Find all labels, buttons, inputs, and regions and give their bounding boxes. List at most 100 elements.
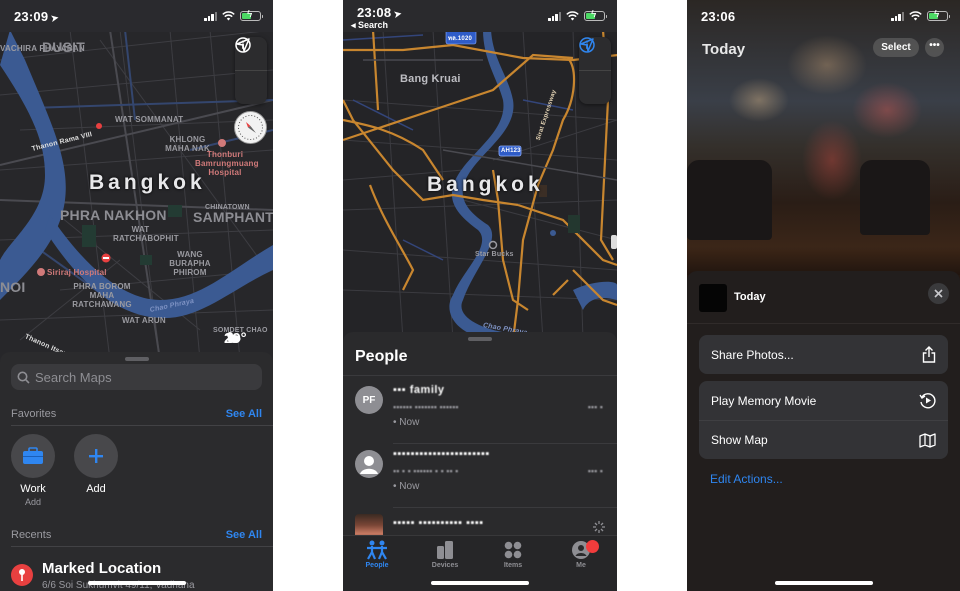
recent-title: Marked Location [42, 560, 162, 577]
action-sheet: Today Share Photos... Play Memory Movie … [687, 271, 960, 591]
map-city-label: Bangkok [89, 171, 206, 194]
share-photos-action[interactable]: Share Photos... [699, 335, 948, 374]
items-icon [504, 541, 522, 559]
play-memory-icon [919, 393, 936, 409]
dropped-pin-marker [96, 123, 102, 129]
status-time: 23:09 ➤ [14, 9, 60, 24]
recents-heading: Recents [11, 529, 52, 541]
map-controls [579, 37, 611, 104]
person-location: ▪▪▪▪▪▪ ▪▪▪▪▪▪▪ ▪▪▪▪▪▪ [393, 402, 459, 412]
recent-item[interactable]: Marked Location 6/6 Soi Sukhumvit 49/11,… [11, 560, 273, 591]
cellular-signal-icon [891, 11, 904, 21]
favorite-add[interactable]: Add [74, 434, 118, 495]
person-name: ▪▪▪▪▪ ▪▪▪▪▪▪▪▪▪▪ ▪▪▪▪ [393, 517, 484, 529]
map-poi-label[interactable]: Star Bucks [475, 250, 514, 259]
track-location-button[interactable] [579, 38, 611, 104]
status-time: 23:08 ➤ [357, 5, 403, 20]
map-area-label: WAT ARUN [122, 316, 166, 325]
tab-me[interactable]: Me [547, 540, 615, 569]
home-indicator[interactable] [431, 581, 529, 585]
tab-devices[interactable]: Devices [411, 540, 479, 569]
search-field[interactable] [11, 364, 262, 390]
home-indicator[interactable] [774, 581, 873, 585]
map-area-label: WANG BURAPHA PHIROM [169, 250, 211, 277]
recents-see-all-link[interactable]: See All [226, 529, 262, 541]
map-canvas [343, 0, 617, 340]
partly-cloudy-icon [227, 332, 241, 343]
search-sheet: Favorites See All Work Add Add Recents S… [0, 352, 273, 591]
person-row[interactable]: ▪▪▪▪▪ ▪▪▪▪▪▪▪▪▪▪ ▪▪▪▪ [343, 508, 617, 536]
devices-icon [437, 541, 453, 559]
favorite-circle [11, 434, 55, 478]
person-row[interactable]: PF ▪▪▪ family ▪▪▪▪▪▪ ▪▪▪▪▪▪▪ ▪▪▪▪▪▪ ▪▪▪ … [343, 380, 617, 444]
battery-charging-icon: ϟ [927, 9, 950, 21]
person-distance: ▪▪▪ ▪ [587, 402, 603, 412]
person-updated-time: • Now [393, 481, 420, 492]
memory-thumbnail [699, 284, 727, 312]
avatar [355, 450, 383, 478]
favorite-name: Work [20, 483, 46, 495]
sheet-grabber[interactable] [124, 357, 149, 361]
loading-spinner-icon [593, 521, 605, 533]
show-map-action[interactable]: Show Map [699, 420, 948, 459]
map-area-label: WAT RATCHABOPHIT [113, 225, 179, 243]
battery-charging-icon: ϟ [584, 9, 607, 21]
battery-charging-icon: ϟ [240, 9, 263, 21]
plus-icon [89, 449, 103, 463]
map-district-label: NOI [0, 279, 26, 295]
tab-items[interactable]: Items [479, 540, 547, 569]
favorites-heading: Favorites [11, 408, 57, 420]
share-icon [922, 346, 936, 363]
compass-button[interactable] [234, 111, 267, 144]
favorite-name: Add [86, 483, 106, 495]
person-name: ▪▪▪ family [393, 384, 445, 396]
map-view[interactable]: VACHIRA PHAYABAN DUSIT WAT SOMMANAT KHLO… [0, 0, 273, 367]
tab-people[interactable]: People [343, 540, 411, 569]
status-time: 23:06 [701, 9, 736, 24]
status-bar: 23:08 ➤ ◂ Search ϟ [343, 0, 617, 32]
photo-chair [860, 160, 930, 235]
home-indicator[interactable] [87, 581, 186, 585]
hospital-marker [218, 139, 226, 147]
weather-badge: 29° [224, 330, 247, 347]
map-view[interactable]: ทล.1020 AH123 Bang Kruai Sirat Expresswa… [343, 0, 617, 340]
hospital-marker [37, 268, 45, 276]
sheet-grabber[interactable] [468, 337, 492, 341]
back-to-search-link[interactable]: ◂ Search [351, 20, 388, 31]
track-location-button[interactable] [235, 38, 267, 104]
favorites-see-all-link[interactable]: See All [226, 408, 262, 420]
close-button[interactable] [928, 283, 949, 304]
findmy-app-screen: ทล.1020 AH123 Bang Kruai Sirat Expresswa… [343, 0, 617, 591]
location-arrow-icon [236, 38, 250, 52]
edit-actions-link[interactable]: Edit Actions... [710, 472, 783, 486]
play-memory-movie-action[interactable]: Play Memory Movie [699, 381, 948, 420]
map-area-label: CHINATOWN [205, 204, 250, 211]
action-label: Play Memory Movie [711, 393, 817, 408]
map-poi-label[interactable]: Siriraj Hospital [47, 268, 107, 277]
map-city-label: Bangkok [427, 173, 544, 196]
wifi-icon [566, 11, 579, 21]
page-title: Today [702, 41, 746, 58]
close-icon [934, 289, 943, 298]
search-maps-input[interactable] [35, 369, 235, 385]
location-services-icon: ➤ [393, 8, 403, 20]
tab-label: Devices [431, 562, 459, 569]
person-row[interactable]: ▪▪▪▪▪▪▪▪▪▪▪▪▪▪▪▪▪▪▪▪▪▪ ▪▪ ▪ ▪ ▪▪▪▪▪▪ ▪ ▪… [343, 444, 617, 508]
avatar: PF [355, 386, 383, 414]
select-button[interactable]: Select [873, 38, 919, 57]
favorite-work[interactable]: Work Add [11, 434, 55, 507]
wifi-icon [909, 11, 922, 21]
cellular-signal-icon [548, 11, 561, 21]
tab-label: People [365, 562, 389, 569]
more-options-button[interactable]: ••• [925, 38, 944, 57]
people-heading: People [355, 348, 408, 365]
favorite-circle [74, 434, 118, 478]
recents-header: Recents See All [11, 529, 262, 541]
map-area-label: Bang Kruai [400, 73, 461, 85]
route-shield-label: ทล.1020 [448, 36, 473, 42]
map-controls [235, 37, 267, 104]
photos-app-screen: 23:06 ϟ Today Select ••• Today Share Pho… [687, 0, 960, 591]
map-district-label: DUSIT [42, 39, 85, 55]
map-area-label: PHRA BOROM MAHA RATCHAWANG [72, 282, 132, 309]
cellular-signal-icon [204, 11, 217, 21]
